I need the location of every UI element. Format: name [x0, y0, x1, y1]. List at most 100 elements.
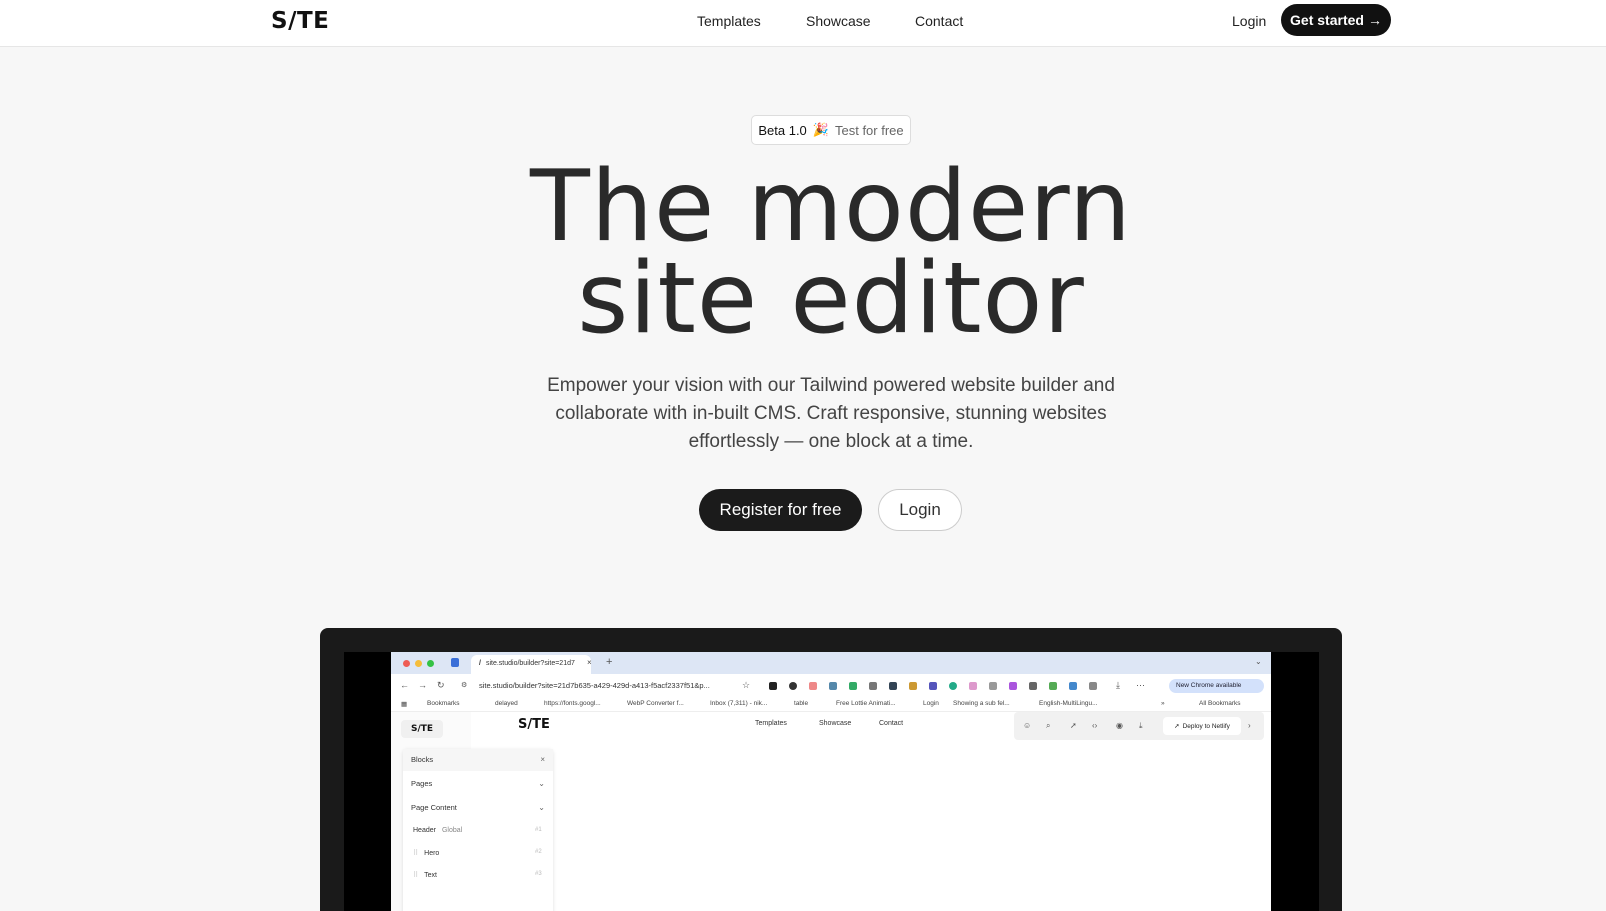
back-icon: ← — [400, 680, 409, 690]
drag-handle-icon: ⠿ — [413, 850, 419, 857]
extension-icon — [909, 682, 917, 690]
extension-icon — [1029, 682, 1037, 690]
site-logo[interactable]: S/TE — [271, 8, 329, 34]
nav-contact[interactable]: Contact — [915, 13, 963, 29]
nav-showcase[interactable]: Showcase — [806, 13, 871, 29]
hero-login-button[interactable]: Login — [878, 489, 962, 531]
users-icon: ☺ — [1023, 721, 1032, 730]
close-dot-icon — [403, 660, 410, 667]
extension-icon — [829, 682, 837, 690]
reload-icon: ↻ — [437, 680, 445, 690]
hero-title-line1: The modern — [529, 150, 1133, 264]
bookmark-item: Free Lottie Animati... — [836, 700, 896, 707]
editor-app: S/TE S/TE Templates Showcase Contact ☺ ⌕… — [391, 712, 1271, 911]
bookmark-item: table — [794, 700, 809, 707]
get-started-button[interactable]: Get started → — [1281, 4, 1391, 36]
extension-icon — [989, 682, 997, 690]
bookmark-item: Showing a sub fel... — [953, 700, 1010, 707]
hero-subtitle: Empower your vision with our Tailwind po… — [547, 375, 1115, 452]
bookmark-item: WebP Converter f... — [627, 700, 684, 707]
search-icon: ⌕ — [1046, 721, 1051, 730]
header-login-link[interactable]: Login — [1232, 13, 1266, 29]
extension-icon — [1009, 682, 1017, 690]
chevron-down-icon: ⌄ — [538, 803, 545, 812]
panel-pages-row: Pages ⌄ — [403, 773, 553, 795]
panel-pages-label: Pages — [411, 779, 433, 788]
rocket-icon: ➚ — [1070, 721, 1077, 730]
blocks-panel: Blocks × Pages ⌄ Page Content ⌄ Header Gl… — [403, 749, 553, 911]
chevron-down-icon: ⌄ — [1255, 657, 1262, 666]
block-item: Header Global #1 — [413, 827, 542, 834]
tab-close-icon: × — [587, 658, 592, 667]
get-started-label: Get started — [1290, 12, 1364, 28]
block-number: #1 — [535, 827, 542, 833]
block-number: #3 — [535, 871, 542, 877]
browser-tab: / site.studio/builder?site=21d7 — [471, 655, 591, 674]
extension-icon — [809, 682, 817, 690]
hero-title: The modern site editor — [0, 150, 1606, 356]
browser-url-bar: ← → ↻ ⚙ site.studio/builder?site=21d7b63… — [391, 674, 1271, 696]
editor-canvas — [471, 712, 1271, 911]
extension-icon — [869, 682, 877, 690]
extension-icon — [949, 682, 957, 690]
bookmark-item: English-MultiLingu... — [1039, 700, 1098, 707]
apps-icon: ▦ — [401, 701, 408, 708]
editor-toolbar: ☺ ⌕ ➚ ‹› ◉ ⤓ ➚ Deploy to Netlify › — [1014, 712, 1264, 740]
extension-icon — [929, 682, 937, 690]
badge-text: Test for free — [834, 122, 904, 138]
block-name: Header — [413, 827, 436, 834]
block-tag: Global — [441, 827, 463, 834]
tab-group-icon — [451, 658, 459, 667]
bookmark-item: Login — [923, 700, 939, 707]
deploy-netlify-button: ➚ Deploy to Netlify — [1163, 717, 1241, 735]
maximize-dot-icon — [427, 660, 434, 667]
block-name: Hero — [424, 850, 440, 857]
top-navbar: S/TE Templates Showcase Contact Login Ge… — [0, 0, 1606, 47]
canvas-nav-templates: Templates — [755, 720, 787, 727]
download-icon: ⤓ — [1116, 680, 1120, 690]
bookmark-item: All Bookmarks — [1199, 700, 1241, 707]
canvas-nav-contact: Contact — [879, 720, 904, 727]
bookmark-item: Bookmarks — [427, 700, 460, 707]
browser-url: site.studio/builder?site=21d7b635-a429-4… — [479, 681, 710, 690]
extension-icon — [1049, 682, 1057, 690]
favicon-icon: / — [479, 660, 481, 667]
block-name: Text — [424, 872, 437, 879]
canvas-nav-showcase: Showcase — [819, 720, 852, 727]
extension-icon — [849, 682, 857, 690]
tab-title: site.studio/builder?site=21d7 — [485, 660, 575, 667]
more-icon: ⋯ — [1136, 680, 1145, 690]
site-info-icon: ⚙ — [461, 682, 468, 689]
nav-templates[interactable]: Templates — [697, 13, 761, 29]
hero-title-line2: site editor — [577, 242, 1085, 356]
panel-page-content-row: Page Content ⌄ — [403, 797, 553, 819]
canvas-logo: S/TE — [518, 717, 550, 732]
extension-icon — [889, 682, 897, 690]
register-button[interactable]: Register for free — [699, 489, 862, 531]
chrome-update-pill: New Chrome available — [1169, 679, 1264, 693]
browser-screenshot: / site.studio/builder?site=21d7 × + ⌄ ← →… — [391, 652, 1271, 911]
panel-blocks-row: Blocks × — [403, 749, 553, 771]
extension-icon — [969, 682, 977, 690]
minimize-dot-icon — [415, 660, 422, 667]
bookmarks-bar: ▦ Bookmarks delayed https://fonts.googl.… — [391, 696, 1271, 712]
beta-badge[interactable]: Beta 1.0 🎉 Test for free — [751, 115, 911, 145]
rocket-icon: ➚ — [1174, 723, 1180, 730]
overflow-icon: » — [1161, 700, 1165, 707]
arrow-right-icon: → — [1367, 12, 1382, 28]
editor-home-logo: S/TE — [401, 720, 443, 738]
new-tab-icon: + — [606, 656, 613, 668]
extension-icon — [769, 682, 777, 690]
block-item: ⠿ Text #3 — [413, 871, 542, 879]
code-icon: ‹› — [1092, 721, 1098, 730]
extension-icon — [1069, 682, 1077, 690]
party-icon: 🎉 — [812, 122, 829, 137]
forward-icon: → — [418, 680, 427, 690]
panel-blocks-title: Blocks — [411, 755, 434, 764]
chevron-right-icon: › — [1248, 721, 1251, 730]
bookmark-item: Inbox (7,311) - nik... — [710, 700, 768, 707]
block-number: #2 — [535, 849, 542, 855]
close-icon: × — [540, 755, 545, 764]
block-item: ⠿ Hero #2 — [413, 849, 542, 857]
star-icon: ☆ — [742, 680, 751, 690]
